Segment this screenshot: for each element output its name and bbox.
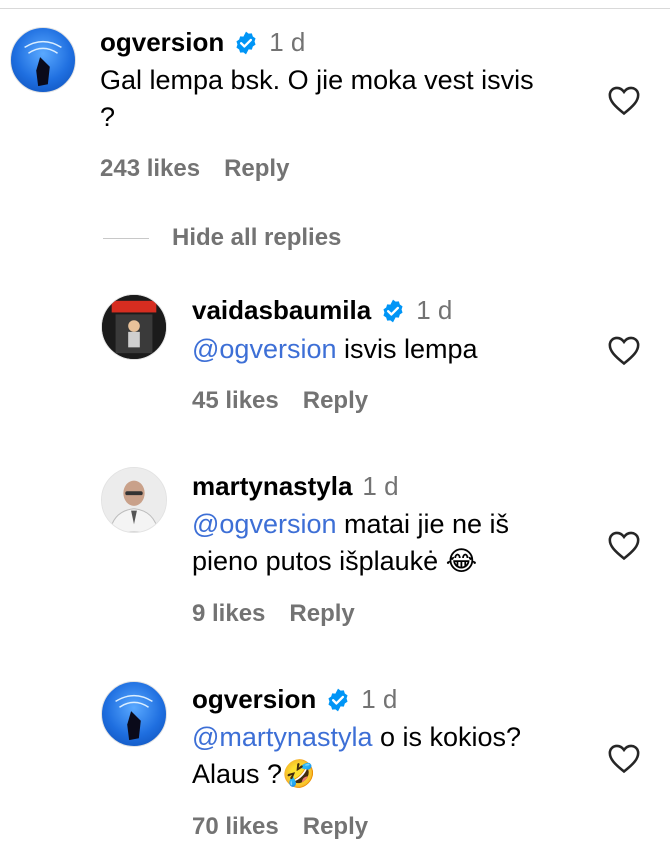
timestamp: 1 d [269,27,306,57]
verified-badge-icon [328,688,348,711]
username[interactable]: ogversion [192,684,316,715]
mention-link[interactable]: @ogversion [192,334,336,364]
verified-badge-icon [236,31,256,54]
likes-count[interactable]: 9 likes [192,600,265,627]
mention-link[interactable]: @ogversion [192,509,336,539]
username[interactable]: martynastyla [192,471,352,502]
comment-meta: 243 likes Reply [100,155,289,183]
comment-text: @ogversion matai jie ne iš pieno putos i… [192,509,510,576]
comment-text: @ogversion isvis lempa [192,334,478,364]
likes-count[interactable]: 45 likes [192,387,279,414]
verified-badge-icon [383,299,403,322]
top-divider [0,8,670,9]
likes-count[interactable]: 243 likes [100,155,200,182]
avatar[interactable] [101,467,167,533]
timestamp: 1 d [362,471,399,501]
avatar[interactable] [101,681,167,747]
reply-button[interactable]: Reply [224,155,289,182]
comment-text: @martynastyla o is kokios? Alaus ?🤣 [192,722,522,789]
comment-text: Gal lempa bsk. O jie moka vest isvis ? [100,65,534,132]
comment-meta: 9 likes Reply [192,600,355,628]
heart-icon[interactable] [607,742,641,774]
timestamp: 1 d [361,684,398,714]
reply-button[interactable]: Reply [303,387,368,414]
mention-link[interactable]: @martynastyla [192,722,372,752]
hide-replies-button[interactable]: Hide all replies [172,224,341,252]
reply-button[interactable]: Reply [303,813,368,840]
avatar[interactable] [101,294,167,360]
replies-divider-line [103,238,149,239]
comment-meta: 45 likes Reply [192,387,368,415]
heart-icon[interactable] [607,334,641,366]
timestamp: 1 d [416,295,453,325]
heart-icon[interactable] [607,84,641,116]
heart-icon[interactable] [607,529,641,561]
comment-meta: 70 likes Reply [192,813,368,841]
username[interactable]: ogversion [100,27,224,58]
reply-button[interactable]: Reply [289,600,354,627]
likes-count[interactable]: 70 likes [192,813,279,840]
avatar[interactable] [10,27,76,93]
username[interactable]: vaidasbaumila [192,295,371,326]
